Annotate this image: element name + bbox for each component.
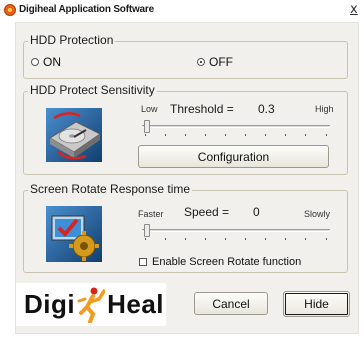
hdd-drive-icon [46,108,102,162]
hdd-protection-on-radio[interactable]: ON [31,55,61,69]
digiheal-logo: Digi Heal [16,283,166,326]
slider-thumb[interactable] [144,224,150,237]
window-title: Digiheal Application Software [19,4,154,15]
threshold-value: 0.3 [258,102,275,116]
hdd-protection-off-label: OFF [209,55,233,69]
slowly-label: Slowly [304,209,331,219]
slider-ticks [142,134,330,137]
speed-slider[interactable] [142,224,330,240]
enable-screen-rotate-checkbox[interactable]: Enable Screen Rotate function [139,256,301,268]
digiheal-app-icon [4,4,16,16]
speed-value: 0 [253,205,260,219]
logo-text-heal: Heal [107,289,165,319]
cancel-button[interactable]: Cancel [194,292,268,315]
sensitivity-legend: HDD Protect Sensitivity [28,83,157,97]
low-label: Low [141,104,158,114]
slider-ticks [142,238,330,241]
sensitivity-slider[interactable] [142,120,330,136]
title-bar[interactable]: Digiheal Application Software x [0,0,364,21]
checkbox-box-icon [139,258,147,266]
high-label: High [315,104,334,114]
screen-rotate-legend: Screen Rotate Response time [28,182,193,196]
logo-running-man-icon [77,287,106,323]
slider-track [142,229,330,232]
faster-label: Faster [138,209,164,219]
slider-thumb[interactable] [144,120,150,133]
hdd-protection-legend: HDD Protection [28,33,116,47]
speed-label: Speed = [184,205,230,219]
screen-rotate-icon [46,206,102,262]
app-window: Digiheal Application Software x HDD Prot… [0,0,364,337]
slider-track [142,125,330,128]
enable-screen-rotate-label: Enable Screen Rotate function [152,256,302,268]
threshold-label: Threshold = [170,102,234,116]
configuration-button[interactable]: Configuration [138,145,329,168]
radio-dot-selected-icon [197,58,205,66]
hdd-protection-off-radio[interactable]: OFF [197,55,233,69]
hdd-protection-group: HDD Protection [23,33,348,79]
logo-text-digi: Digi [24,289,76,319]
hide-button[interactable]: Hide [283,291,350,317]
close-button[interactable]: x [350,2,358,17]
hdd-protection-on-label: ON [43,55,61,69]
radio-dot-icon [31,58,39,66]
